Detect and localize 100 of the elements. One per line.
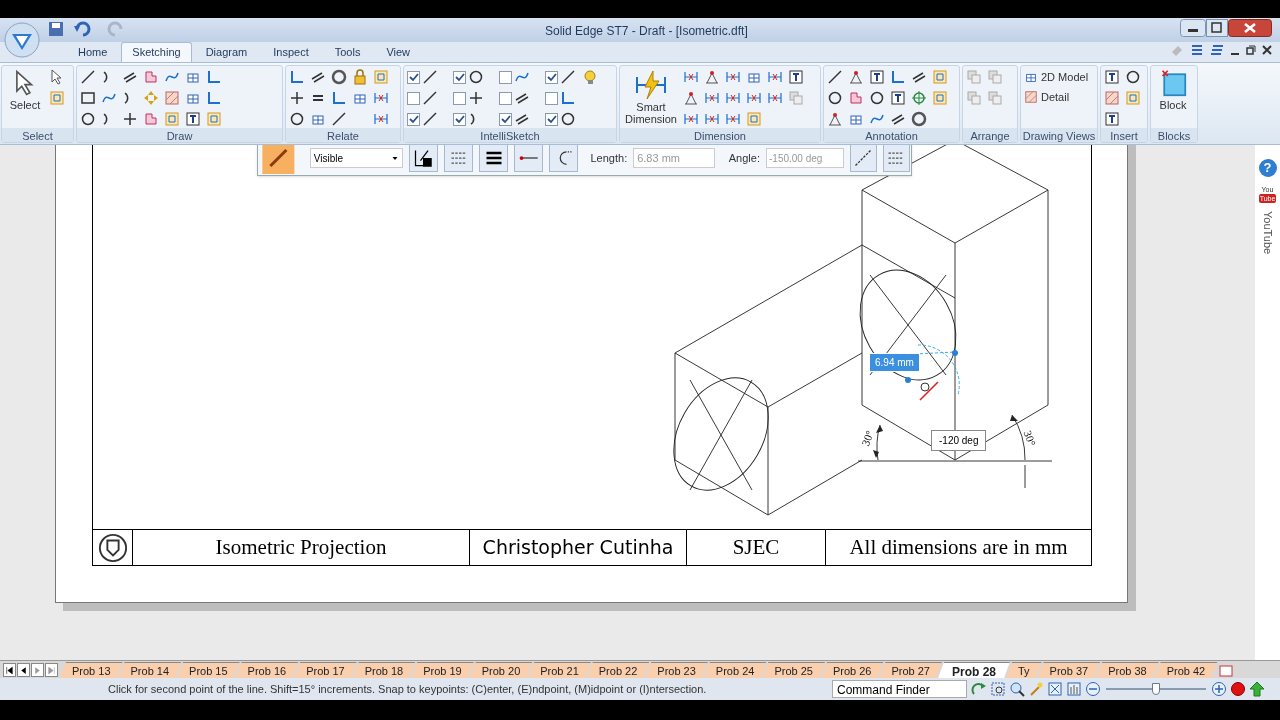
sidebar-label[interactable]: YouTube	[1259, 211, 1276, 255]
sheet-tab[interactable]: Prob 15	[177, 662, 240, 678]
close-icon[interactable]	[1262, 44, 1272, 56]
diagonal-line-icon[interactable]	[853, 148, 874, 168]
parallel-icon[interactable]	[890, 111, 906, 127]
last-icon[interactable]	[47, 665, 56, 675]
next-icon[interactable]	[33, 665, 42, 675]
sheet-tab[interactable]: Prob 38	[1096, 662, 1159, 678]
sheet-tab[interactable]: Prob 25	[762, 662, 825, 678]
parallel-icon[interactable]	[911, 69, 927, 85]
hatch-icon[interactable]	[1104, 90, 1120, 106]
parallel-icon[interactable]	[310, 69, 326, 85]
corner-icon[interactable]	[560, 90, 576, 106]
zoom-icon[interactable]	[1009, 681, 1025, 697]
checkbox[interactable]	[499, 112, 512, 126]
checkbox[interactable]	[545, 70, 558, 84]
record-icon[interactable]	[1230, 681, 1246, 697]
corner-icon[interactable]	[206, 69, 222, 85]
circle-icon[interactable]	[869, 90, 885, 106]
line-icon[interactable]	[422, 90, 438, 106]
sheet-tab[interactable]: Prob 14	[118, 662, 182, 678]
checkbox[interactable]	[453, 112, 466, 126]
checkbox[interactable]	[407, 112, 420, 126]
line-icon[interactable]	[827, 69, 843, 85]
maximize-icon[interactable]	[1206, 19, 1228, 37]
ribbon-tab[interactable]: Sketching	[121, 42, 192, 62]
sheet-tab[interactable]: Prob 28	[937, 662, 1010, 678]
parallel-icon[interactable]	[122, 69, 138, 85]
line-icon[interactable]	[560, 69, 576, 85]
text-icon[interactable]	[1104, 69, 1120, 85]
sheet-tab[interactable]: Prob 17	[294, 662, 357, 678]
text-icon[interactable]	[869, 69, 885, 85]
line-icon[interactable]	[80, 69, 96, 85]
corner-icon[interactable]	[331, 90, 347, 106]
first-icon[interactable]	[5, 665, 14, 675]
zoom-slider-thumb[interactable]	[1152, 683, 1160, 695]
text-icon[interactable]	[787, 69, 804, 85]
cross-icon[interactable]	[468, 90, 484, 106]
checkbox[interactable]	[545, 112, 558, 126]
line-icon[interactable]	[422, 69, 438, 85]
cross-icon[interactable]	[289, 90, 305, 106]
ribbon-tab[interactable]: Tools	[322, 42, 373, 62]
corner-icon[interactable]	[206, 90, 222, 106]
fit-icon[interactable]	[1047, 681, 1063, 697]
hatch-icon[interactable]	[164, 90, 180, 106]
sheet-tab[interactable]: Prob 37	[1037, 662, 1101, 678]
upload-icon[interactable]	[1249, 681, 1265, 697]
stack-icon[interactable]	[1190, 43, 1204, 57]
text-icon[interactable]	[890, 90, 906, 106]
undo-icon[interactable]	[74, 21, 92, 37]
line-style-dropdown[interactable]: Visible	[309, 148, 403, 168]
sheet-tab[interactable]: Prob 24	[703, 662, 767, 678]
sheet-tab[interactable]: Ty	[1006, 662, 1042, 678]
close-icon[interactable]	[1228, 19, 1272, 37]
save-icon[interactable]	[48, 21, 64, 37]
sheet-tab[interactable]: Prob 20	[469, 662, 533, 678]
checkbox[interactable]	[499, 91, 512, 105]
sheet-tab[interactable]: Prob 26	[820, 662, 884, 678]
block-button[interactable]: Block	[1154, 69, 1192, 114]
circle-icon[interactable]	[827, 90, 843, 106]
node-icon[interactable]	[911, 90, 927, 106]
select-button[interactable]: Select	[5, 69, 45, 114]
sheet-tab[interactable]: Prob 22	[586, 662, 650, 678]
sheet-tab[interactable]: Prob 19	[411, 662, 474, 678]
ribbon-tab[interactable]: Home	[66, 42, 120, 62]
checkbox[interactable]	[407, 91, 420, 105]
line-color-icon[interactable]	[413, 148, 434, 168]
line-icon[interactable]	[422, 111, 438, 127]
sheet-tab[interactable]: Prob 18	[352, 662, 416, 678]
ring-icon[interactable]	[911, 111, 927, 127]
ribbon-tab[interactable]: Inspect	[261, 42, 321, 62]
zoom-out-icon[interactable]	[1085, 681, 1101, 697]
lock-icon[interactable]	[352, 69, 368, 85]
circle-icon[interactable]	[80, 111, 96, 127]
checkbox[interactable]	[499, 70, 512, 84]
checkbox[interactable]	[545, 91, 558, 105]
checkbox[interactable]	[407, 70, 420, 84]
circle-icon[interactable]	[1125, 69, 1141, 85]
circle-icon[interactable]	[289, 111, 305, 127]
sheet-tab[interactable]: Prob 42	[1154, 662, 1218, 678]
text-icon[interactable]	[185, 111, 201, 127]
parallel-icon[interactable]	[514, 111, 530, 127]
sheet-tab[interactable]: Prob 23	[645, 662, 708, 678]
rectangle-icon[interactable]	[80, 90, 96, 106]
sheet-tab[interactable]: Prob 16	[235, 662, 299, 678]
circle-icon[interactable]	[560, 111, 576, 127]
minimize-icon[interactable]	[1180, 19, 1206, 37]
command-finder-field[interactable]: Command Finder	[832, 680, 967, 698]
zoom-in-icon[interactable]	[1211, 681, 1227, 697]
ribbon-tab[interactable]: Diagram	[193, 42, 260, 62]
shape-icon[interactable]	[143, 69, 159, 85]
smart-dimension-button[interactable]: Smart Dimension	[623, 69, 679, 125]
sheet-tab[interactable]: Prob 13	[60, 662, 123, 678]
bulb-icon[interactable]	[583, 69, 599, 85]
parallel-icon[interactable]	[514, 90, 530, 106]
checkbox[interactable]	[453, 91, 466, 105]
restore-icon[interactable]	[1246, 44, 1256, 56]
sheet-tab[interactable]: Prob 27	[879, 662, 942, 678]
ribbon-button[interactable]: 2D Model	[1024, 69, 1089, 86]
help-button[interactable]: ?	[1258, 159, 1277, 177]
